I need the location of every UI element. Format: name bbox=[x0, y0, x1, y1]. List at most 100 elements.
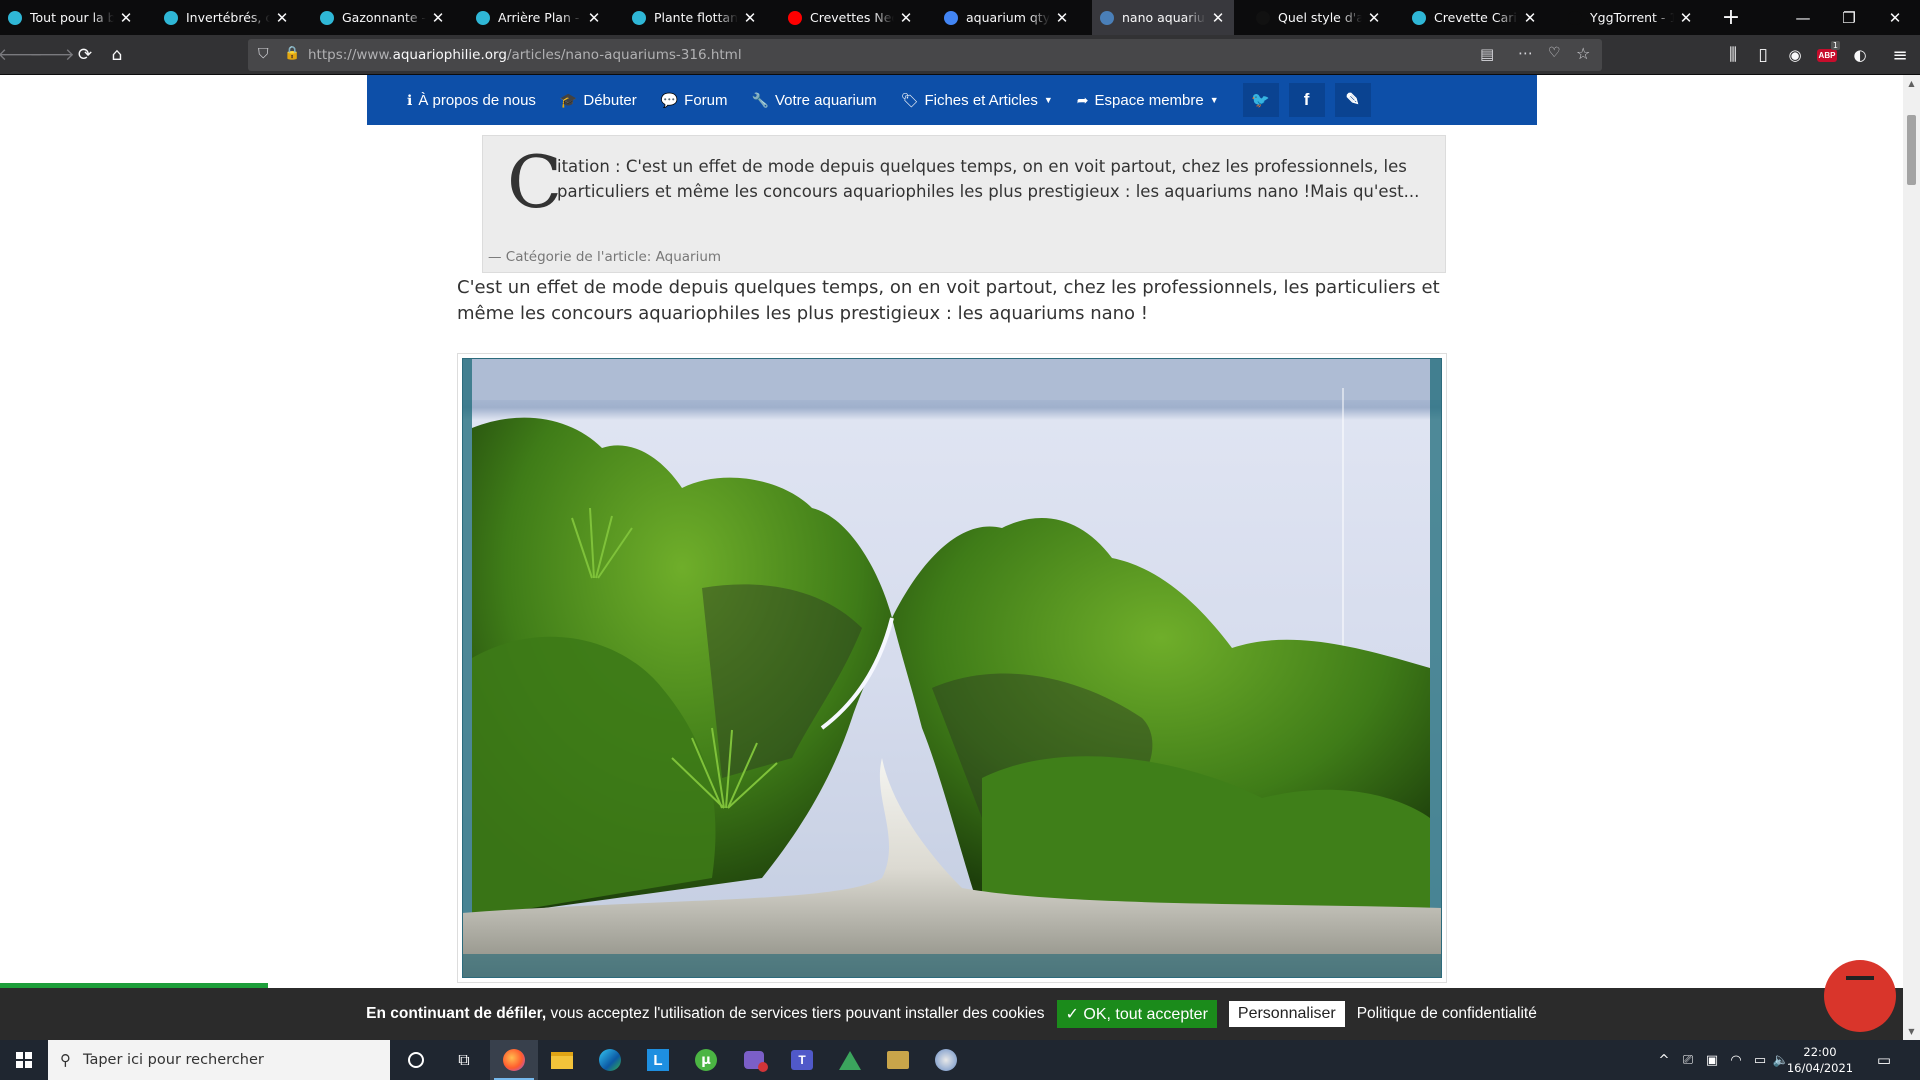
site-nav-item[interactable]: ➦ Espace membre ▼ bbox=[1077, 92, 1219, 109]
browser-tab[interactable]: nano aquariums ✕ bbox=[1092, 0, 1234, 35]
app-l-icon[interactable]: L bbox=[634, 1040, 682, 1080]
article-intro: C'est un effet de mode depuis quelques t… bbox=[457, 277, 1440, 324]
tab-title: Tout pour la beauté bbox=[30, 10, 114, 25]
scroll-down-arrow[interactable]: ▼ bbox=[1903, 1023, 1920, 1040]
site-nav-item[interactable]: 🏷 Fiches et Articles ▼ bbox=[901, 92, 1053, 109]
close-tab-icon[interactable]: ✕ bbox=[1054, 9, 1070, 27]
nav-item-label: Votre aquarium bbox=[774, 91, 877, 109]
cookie-text: vous acceptez l'utilisation de services … bbox=[546, 1005, 1045, 1022]
cortana-icon[interactable] bbox=[392, 1040, 440, 1080]
browser-tab[interactable]: Gazonnante - plantes ✕ bbox=[312, 0, 454, 35]
url-text[interactable]: https://www.aquariophilie.org/articles/n… bbox=[308, 47, 742, 63]
menu-icon[interactable]: ≡ bbox=[1885, 41, 1915, 69]
close-tab-icon[interactable]: ✕ bbox=[274, 9, 290, 27]
display-icon[interactable]: ▣ bbox=[1700, 1040, 1724, 1080]
tab-title: Crevettes Neocaridina bbox=[810, 10, 894, 25]
close-tab-icon[interactable]: ✕ bbox=[1678, 9, 1694, 27]
drive-app-icon[interactable] bbox=[826, 1040, 874, 1080]
browser-tab[interactable]: Quel style d'aménagement ✕ bbox=[1248, 0, 1390, 35]
new-tab-button[interactable]: + bbox=[1715, 0, 1747, 35]
lock-icon[interactable]: 🔒 bbox=[284, 46, 300, 61]
edge-icon[interactable] bbox=[586, 1040, 634, 1080]
clock-time: 22:00 bbox=[1803, 1045, 1837, 1059]
home-button[interactable]: ⌂ bbox=[102, 41, 132, 69]
twitter-button[interactable]: 🐦 bbox=[1242, 83, 1279, 117]
google-icon bbox=[944, 10, 958, 25]
meet-now-icon[interactable]: ⎚ bbox=[1676, 1040, 1700, 1080]
site-nav-item[interactable]: 🎓 Débuter bbox=[560, 92, 637, 109]
notifications-icon[interactable]: ▭ bbox=[1864, 1040, 1904, 1080]
close-tab-icon[interactable]: ✕ bbox=[898, 9, 914, 27]
file-explorer-icon[interactable] bbox=[538, 1040, 586, 1080]
navigation-toolbar: 🡐 🡒 ⟳ ⌂ ⛉ 🔒 https://www.aquariophilie.or… bbox=[0, 35, 1920, 75]
privacy-policy-link[interactable]: Politique de confidentialité bbox=[1357, 1005, 1537, 1023]
close-tab-icon[interactable]: ✕ bbox=[1522, 9, 1538, 27]
firefox-taskbar-icon[interactable] bbox=[490, 1040, 538, 1080]
utorrent-icon[interactable]: µ bbox=[682, 1040, 730, 1080]
tab-title: Crevette Caridina bbox=[1434, 10, 1518, 25]
wifi-icon[interactable]: ◠ bbox=[1724, 1040, 1748, 1080]
account-icon[interactable]: ◉ bbox=[1780, 41, 1810, 69]
network-app-icon[interactable] bbox=[922, 1040, 970, 1080]
close-tab-icon[interactable]: ✕ bbox=[1210, 9, 1226, 27]
show-hidden-icons[interactable]: ^ bbox=[1652, 1040, 1676, 1080]
search-placeholder[interactable]: Taper ici pour rechercher bbox=[83, 1052, 264, 1068]
browser-tab[interactable]: Tout pour la beauté ✕ bbox=[0, 0, 142, 35]
taskbar-search[interactable]: ⚲ Taper ici pour rechercher bbox=[48, 1040, 390, 1080]
installer-app-icon[interactable] bbox=[874, 1040, 922, 1080]
tab-title: YggTorrent - 1er Tracker bbox=[1590, 10, 1674, 25]
close-tab-icon[interactable]: ✕ bbox=[742, 9, 758, 27]
pocket-icon[interactable]: ♡ bbox=[1548, 45, 1561, 61]
adblock-plus-icon[interactable]: ABP 1 bbox=[1812, 41, 1842, 69]
site-nav-item[interactable]: 🔧 Votre aquarium bbox=[752, 92, 877, 109]
site-nav-item[interactable]: ℹ À propos de nous bbox=[407, 92, 536, 109]
sidebar-icon[interactable]: ▯ bbox=[1748, 41, 1778, 69]
facebook-button[interactable]: f bbox=[1288, 83, 1325, 117]
shield-icon[interactable]: ⛉ bbox=[258, 46, 269, 62]
close-tab-icon[interactable]: ✕ bbox=[586, 9, 602, 27]
pencil-icon: ✎ bbox=[1345, 90, 1360, 109]
close-tab-icon[interactable]: ✕ bbox=[1366, 9, 1382, 27]
bookmark-star-icon[interactable]: ☆ bbox=[1576, 44, 1590, 63]
cookie-accept-button[interactable]: ✓ OK, tout accepter bbox=[1056, 1000, 1217, 1028]
extension-icon[interactable]: ◐ bbox=[1845, 41, 1875, 69]
reload-button[interactable]: ⟳ bbox=[70, 41, 100, 69]
browser-tab[interactable]: YggTorrent - 1er Tracker ✕ bbox=[1560, 0, 1702, 35]
url-bar[interactable]: ⛉ 🔒 https://www.aquariophilie.org/articl… bbox=[248, 39, 1602, 71]
cookie-customize-button[interactable]: Personnaliser bbox=[1228, 1001, 1345, 1027]
scroll-up-arrow[interactable]: ▲ bbox=[1903, 75, 1920, 92]
close-window-button[interactable]: ✕ bbox=[1872, 0, 1918, 35]
start-button[interactable] bbox=[0, 1040, 48, 1080]
browser-tab[interactable]: Crevettes Neocaridina ✕ bbox=[780, 0, 922, 35]
close-tab-icon[interactable]: ✕ bbox=[118, 9, 134, 27]
browser-tab[interactable]: aquarium qtylé - Goo ✕ bbox=[936, 0, 1078, 35]
battery-icon[interactable]: ▭ bbox=[1748, 1040, 1772, 1080]
page-scrollbar[interactable]: ▲ ▼ bbox=[1903, 75, 1920, 1040]
tab-title: Quel style d'aménagement bbox=[1278, 10, 1362, 25]
nav-item-icon: 🎓 bbox=[559, 91, 578, 108]
nav-item-label: Débuter bbox=[583, 91, 637, 109]
task-view-icon[interactable]: ⧉ bbox=[440, 1040, 488, 1080]
browser-tab[interactable]: Invertébrés, crevettes ✕ bbox=[156, 0, 298, 35]
scroll-menu-button[interactable] bbox=[1824, 960, 1896, 1032]
system-clock[interactable]: 22:00 16/04/2021 bbox=[1782, 1044, 1858, 1076]
browser-tab[interactable]: Arrière Plan - plantes ✕ bbox=[468, 0, 610, 35]
close-tab-icon[interactable]: ✕ bbox=[430, 9, 446, 27]
tab-title: nano aquariums bbox=[1122, 10, 1206, 25]
site-icon bbox=[320, 10, 334, 25]
quote-dropcap: C bbox=[507, 140, 563, 224]
site-nav-item[interactable]: 💬 Forum bbox=[661, 92, 728, 109]
nav-item-label: Espace membre bbox=[1094, 91, 1204, 109]
edit-button[interactable]: ✎ bbox=[1334, 83, 1371, 117]
scrollbar-thumb[interactable] bbox=[1907, 115, 1916, 185]
teams-icon[interactable]: T bbox=[778, 1040, 826, 1080]
more-actions-icon[interactable]: ⋯ bbox=[1518, 44, 1533, 62]
forward-button[interactable]: 🡒 bbox=[29, 41, 75, 69]
chat-app-icon[interactable] bbox=[730, 1040, 778, 1080]
minimize-button[interactable]: — bbox=[1780, 0, 1826, 35]
browser-tab[interactable]: Plante flottante Aqua ✕ bbox=[624, 0, 766, 35]
reader-view-icon[interactable]: ▤ bbox=[1480, 45, 1494, 63]
library-icon[interactable]: ⫼ bbox=[1718, 41, 1748, 69]
restore-button[interactable]: ❐ bbox=[1826, 0, 1872, 35]
browser-tab[interactable]: Crevette Caridina ✕ bbox=[1404, 0, 1546, 35]
